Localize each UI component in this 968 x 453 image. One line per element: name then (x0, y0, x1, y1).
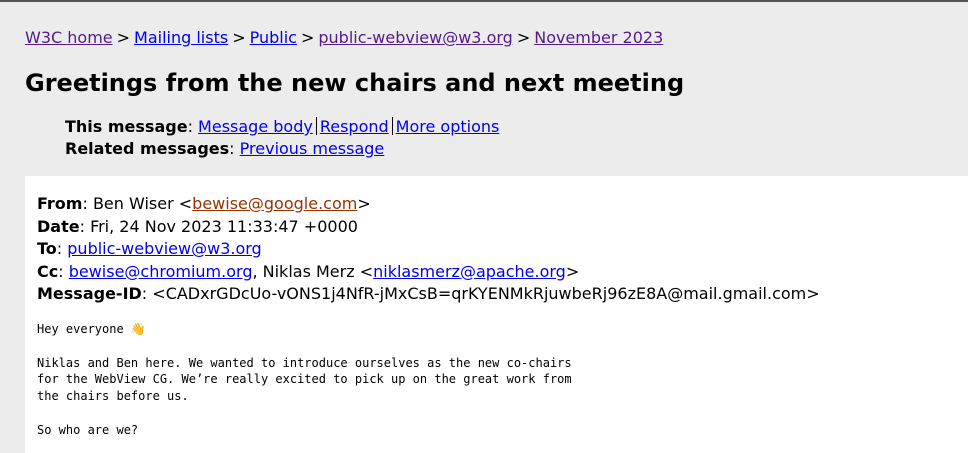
respond-link[interactable]: Respond (320, 117, 389, 136)
to-header: To: public-webview@w3.org (37, 239, 262, 258)
breadcrumb-separator: > (300, 28, 315, 47)
message-body-link[interactable]: Message body (198, 117, 313, 136)
message-id-label: Message-ID (37, 284, 142, 303)
to-email-link[interactable]: public-webview@w3.org (67, 239, 261, 258)
previous-message-link[interactable]: Previous message (240, 139, 385, 158)
message-body-text: Hey everyone 👋 Niklas and Ben here. We w… (37, 322, 572, 437)
breadcrumb-separator: > (116, 28, 131, 47)
from-close: > (357, 194, 371, 213)
related-messages-label: Related messages (65, 139, 230, 158)
related-messages-row: Related messages: Previous message (65, 139, 385, 158)
message-headers: From: Ben Wiser <bewise@google.com> Date… (37, 193, 820, 306)
breadcrumb-separator: > (516, 28, 531, 47)
breadcrumb-month-link[interactable]: November 2023 (534, 28, 663, 47)
breadcrumb-list-link[interactable]: public-webview@w3.org (318, 28, 512, 47)
message-navigation: This message: Message body Respond More op… (65, 116, 499, 160)
date-label: Date (37, 216, 80, 236)
cc-label: Cc (37, 261, 59, 281)
to-label: To (37, 239, 57, 258)
message-id-header: Message-ID: <CADxrGDcUo-vONS1j4NfR-jMxCs… (37, 284, 820, 303)
date-header: Date: Fri, 24 Nov 2023 11:33:47 +0000 (37, 216, 358, 236)
breadcrumb-separator: > (232, 28, 246, 47)
from-header: From: Ben Wiser <bewise@google.com> (37, 194, 371, 213)
nav-divider (315, 117, 317, 135)
breadcrumb-public-link[interactable]: Public (250, 28, 297, 47)
cc-header: Cc: bewise@chromium.org, Niklas Merz <ni… (37, 261, 580, 281)
cc-close: > (565, 261, 580, 281)
from-email-link[interactable]: bewise@google.com (192, 194, 357, 213)
nav-divider (391, 117, 393, 135)
breadcrumb-mailing-lists-link[interactable]: Mailing lists (134, 28, 228, 47)
from-name: Ben Wiser < (92, 194, 193, 213)
message-panel: From: Ben Wiser <bewise@google.com> Date… (25, 176, 968, 453)
more-options-link[interactable]: More options (396, 117, 500, 136)
breadcrumb: W3C home > Mailing lists > Public > public-web… (25, 28, 663, 48)
message-id-value: <CADxrGDcUo-vONS1j4NfR-jMxCsB=qrKYENMkRj… (152, 284, 820, 303)
breadcrumb-w3c-home-link[interactable]: W3C home (25, 28, 113, 47)
from-label: From (37, 194, 83, 213)
cc-email-link-1[interactable]: bewise@chromium.org (69, 262, 253, 281)
page-title: Greetings from the new chairs and next m… (25, 69, 685, 97)
date-value: Fri, 24 Nov 2023 11:33:47 +0000 (90, 216, 358, 236)
cc-name-2: , Niklas Merz < (252, 261, 374, 281)
this-message-row: This message: Message body Respond More op… (65, 117, 500, 136)
cc-email-link-2[interactable]: niklasmerz@apache.org (373, 262, 566, 281)
this-message-label: This message (65, 117, 188, 136)
